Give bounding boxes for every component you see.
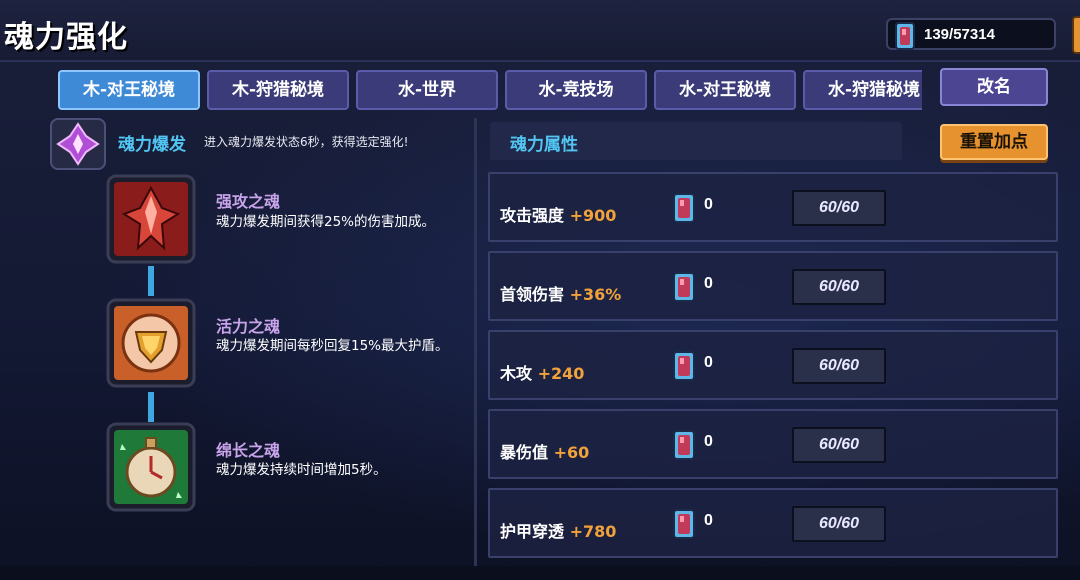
panel-divider — [474, 118, 477, 568]
soul-gem-icon — [670, 350, 698, 386]
attribute-bonus: +780 — [569, 522, 617, 541]
attribute-bonus: +240 — [537, 364, 585, 383]
attribute-count: 0 — [704, 196, 713, 213]
tab-water-hunt-realm[interactable]: 水-狩猎秘境 — [803, 70, 922, 110]
attribute-count: 0 — [704, 354, 713, 371]
attribute-row[interactable]: 攻击强度 +900 0 60/60 — [488, 172, 1058, 242]
tab-wood-hunt-realm[interactable]: 木-狩猎秘境 — [207, 70, 349, 110]
skill-desc-vitality: 魂力爆发期间每秒回复15%最大护盾。 — [216, 338, 449, 354]
attribute-label: 木攻 — [500, 364, 533, 383]
soul-burst-icon — [50, 118, 106, 170]
attribute-level: 60/60 — [792, 427, 886, 463]
skill-connector — [148, 266, 154, 296]
skill-name-duration: 绵长之魂 — [216, 441, 281, 460]
attribute-row[interactable]: 首领伤害 +36% 0 60/60 — [488, 251, 1058, 321]
attribute-level: 60/60 — [792, 269, 886, 305]
attribute-level: 60/60 — [792, 190, 886, 226]
skill-desc-duration: 魂力爆发持续时间增加5秒。 — [216, 462, 387, 478]
offscreen-button[interactable] — [1072, 16, 1080, 54]
page-title: 魂力强化 — [4, 20, 128, 55]
bottom-bar — [0, 566, 1080, 580]
tab-water-arena[interactable]: 水-竞技场 — [505, 70, 647, 110]
soul-gem-icon — [670, 192, 698, 228]
rename-button[interactable]: 改名 — [940, 68, 1048, 106]
attribute-label: 攻击强度 — [500, 206, 565, 225]
vitality-soul-icon[interactable] — [106, 298, 196, 388]
soul-gem-icon — [670, 508, 698, 544]
attribute-label: 暴伤值 — [500, 443, 549, 462]
skill-desc-attack: 魂力爆发期间获得25%的伤害加成。 — [216, 214, 436, 230]
soul-burst-title: 魂力爆发 — [118, 135, 186, 155]
attribute-label: 护甲穿透 — [500, 522, 565, 541]
reset-points-button[interactable]: 重置加点 — [940, 124, 1048, 160]
attribute-count: 0 — [704, 433, 713, 450]
tab-wood-king-realm[interactable]: 木-对王秘境 — [58, 70, 200, 110]
soul-gem-icon — [670, 429, 698, 465]
soul-gem-icon — [890, 21, 920, 55]
soul-gem-icon — [670, 271, 698, 307]
skill-name-attack: 强攻之魂 — [216, 192, 281, 211]
skill-name-vitality: 活力之魂 — [216, 317, 281, 336]
skill-connector — [148, 392, 154, 422]
attribute-count: 0 — [704, 275, 713, 292]
attribute-count: 0 — [704, 512, 713, 529]
currency-value: 139/57314 — [924, 26, 995, 43]
attribute-row[interactable]: 护甲穿透 +780 0 60/60 — [488, 488, 1058, 558]
tab-water-world[interactable]: 水-世界 — [356, 70, 498, 110]
duration-soul-icon[interactable] — [106, 422, 196, 512]
soul-attributes-header: 魂力属性 — [490, 122, 902, 160]
attack-soul-icon[interactable] — [106, 174, 196, 264]
attribute-level: 60/60 — [792, 506, 886, 542]
soul-burst-description: 进入魂力爆发状态6秒，获得选定强化! — [204, 135, 409, 149]
attribute-label: 首领伤害 — [500, 285, 565, 304]
attribute-level: 60/60 — [792, 348, 886, 384]
attribute-bonus: +900 — [569, 206, 617, 225]
soul-attributes-title: 魂力属性 — [510, 135, 578, 155]
top-bar: 魂力强化 139/57314 — [0, 0, 1080, 62]
soul-currency-display: 139/57314 — [886, 18, 1056, 50]
tab-bar: 木-对王秘境 木-狩猎秘境 水-世界 水-竞技场 水-对王秘境 水-狩猎秘境 — [58, 70, 922, 110]
attribute-row[interactable]: 暴伤值 +60 0 60/60 — [488, 409, 1058, 479]
tab-water-king-realm[interactable]: 水-对王秘境 — [654, 70, 796, 110]
attribute-bonus: +60 — [553, 443, 590, 462]
attribute-bonus: +36% — [569, 285, 622, 304]
attribute-row[interactable]: 木攻 +240 0 60/60 — [488, 330, 1058, 400]
